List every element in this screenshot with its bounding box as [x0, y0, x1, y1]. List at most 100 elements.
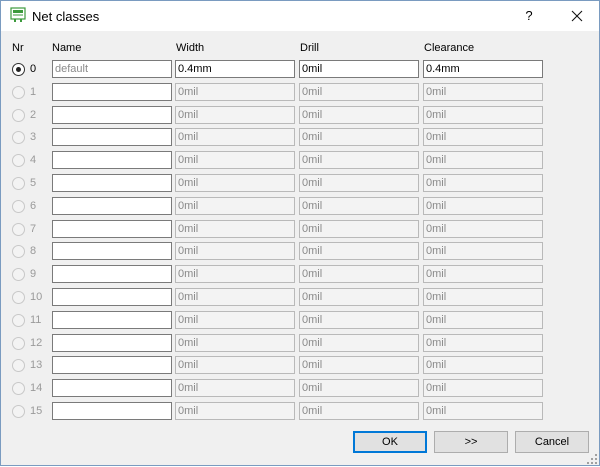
width-field[interactable]: 0mil [175, 379, 295, 397]
drill-field[interactable]: 0mil [299, 334, 419, 352]
drill-field[interactable]: 0mil [299, 106, 419, 124]
resize-grip-icon[interactable] [587, 453, 597, 464]
clearance-field[interactable]: 0mil [423, 151, 543, 169]
close-icon[interactable] [562, 3, 592, 29]
name-field[interactable] [52, 402, 172, 420]
width-field[interactable]: 0mil [175, 242, 295, 260]
width-field[interactable]: 0mil [175, 128, 295, 146]
row-select-radio[interactable] [12, 291, 25, 304]
drill-field[interactable]: 0mil [299, 265, 419, 283]
drill-field[interactable]: 0mil [299, 242, 419, 260]
row-select-radio[interactable] [12, 223, 25, 236]
clearance-field[interactable]: 0mil [423, 242, 543, 260]
width-field[interactable]: 0mil [175, 356, 295, 374]
clearance-field[interactable]: 0mil [423, 220, 543, 238]
name-field[interactable] [52, 106, 172, 124]
clearance-field[interactable]: 0mil [423, 311, 543, 329]
row-number: 14 [30, 382, 43, 394]
row-select-radio[interactable] [12, 154, 25, 167]
drill-field[interactable]: 0mil [299, 197, 419, 215]
net-class-row: 0 default 0.4mm 0mil 0.4mm [1, 60, 599, 80]
width-field[interactable]: 0mil [175, 265, 295, 283]
net-class-row: 3 0mil 0mil 0mil [1, 128, 599, 148]
row-select-radio[interactable] [12, 245, 25, 258]
row-number: 9 [30, 268, 37, 280]
clearance-field[interactable]: 0.4mm [423, 60, 543, 78]
clearance-field[interactable]: 0mil [423, 379, 543, 397]
name-field[interactable] [52, 265, 172, 283]
net-class-row: 10 0mil 0mil 0mil [1, 288, 599, 308]
clearance-field[interactable]: 0mil [423, 402, 543, 420]
row-select-radio[interactable] [12, 200, 25, 213]
row-number: 5 [30, 177, 37, 189]
drill-field[interactable]: 0mil [299, 379, 419, 397]
clearance-field[interactable]: 0mil [423, 106, 543, 124]
clearance-field[interactable]: 0mil [423, 288, 543, 306]
row-select-radio[interactable] [12, 405, 25, 418]
net-class-row: 8 0mil 0mil 0mil [1, 242, 599, 262]
clearance-field[interactable]: 0mil [423, 334, 543, 352]
column-header-drill: Drill [300, 42, 319, 54]
width-field[interactable]: 0mil [175, 151, 295, 169]
row-select-radio[interactable] [12, 337, 25, 350]
name-field[interactable] [52, 151, 172, 169]
width-field[interactable]: 0mil [175, 334, 295, 352]
drill-field[interactable]: 0mil [299, 83, 419, 101]
clearance-field[interactable]: 0mil [423, 356, 543, 374]
row-number: 15 [30, 405, 43, 417]
row-select-radio[interactable] [12, 177, 25, 190]
width-field[interactable]: 0.4mm [175, 60, 295, 78]
width-field[interactable]: 0mil [175, 83, 295, 101]
row-select-radio[interactable] [12, 382, 25, 395]
row-select-radio[interactable] [12, 268, 25, 281]
name-field[interactable] [52, 356, 172, 374]
width-field[interactable]: 0mil [175, 220, 295, 238]
drill-field[interactable]: 0mil [299, 128, 419, 146]
name-field[interactable] [52, 128, 172, 146]
name-field[interactable] [52, 174, 172, 192]
width-field[interactable]: 0mil [175, 402, 295, 420]
row-select-radio[interactable] [12, 131, 25, 144]
drill-field[interactable]: 0mil [299, 356, 419, 374]
name-field[interactable] [52, 379, 172, 397]
name-field[interactable] [52, 242, 172, 260]
net-class-row: 4 0mil 0mil 0mil [1, 151, 599, 171]
clearance-field[interactable]: 0mil [423, 265, 543, 283]
clearance-field[interactable]: 0mil [423, 174, 543, 192]
row-select-radio[interactable] [12, 314, 25, 327]
drill-field[interactable]: 0mil [299, 311, 419, 329]
row-select-radio[interactable] [12, 63, 25, 76]
clearance-field[interactable]: 0mil [423, 83, 543, 101]
drill-field[interactable]: 0mil [299, 151, 419, 169]
row-select-radio[interactable] [12, 359, 25, 372]
name-field[interactable]: default [52, 60, 172, 78]
row-select-radio[interactable] [12, 86, 25, 99]
clearance-field[interactable]: 0mil [423, 197, 543, 215]
net-classes-icon [10, 7, 26, 23]
width-field[interactable]: 0mil [175, 197, 295, 215]
net-classes-dialog: Net classes ? Nr Name Width Drill Cleara… [0, 0, 600, 466]
name-field[interactable] [52, 334, 172, 352]
name-field[interactable] [52, 288, 172, 306]
drill-field[interactable]: 0mil [299, 402, 419, 420]
title-bar: Net classes ? [1, 1, 599, 31]
drill-field[interactable]: 0mil [299, 288, 419, 306]
drill-field[interactable]: 0mil [299, 60, 419, 78]
row-number: 1 [30, 86, 37, 98]
drill-field[interactable]: 0mil [299, 220, 419, 238]
cancel-button[interactable]: Cancel [515, 431, 589, 453]
more-button[interactable]: >> [434, 431, 508, 453]
width-field[interactable]: 0mil [175, 106, 295, 124]
width-field[interactable]: 0mil [175, 174, 295, 192]
name-field[interactable] [52, 220, 172, 238]
name-field[interactable] [52, 197, 172, 215]
name-field[interactable] [52, 83, 172, 101]
name-field[interactable] [52, 311, 172, 329]
ok-button[interactable]: OK [353, 431, 427, 453]
row-select-radio[interactable] [12, 109, 25, 122]
help-button[interactable]: ? [514, 3, 544, 29]
width-field[interactable]: 0mil [175, 311, 295, 329]
width-field[interactable]: 0mil [175, 288, 295, 306]
clearance-field[interactable]: 0mil [423, 128, 543, 146]
drill-field[interactable]: 0mil [299, 174, 419, 192]
